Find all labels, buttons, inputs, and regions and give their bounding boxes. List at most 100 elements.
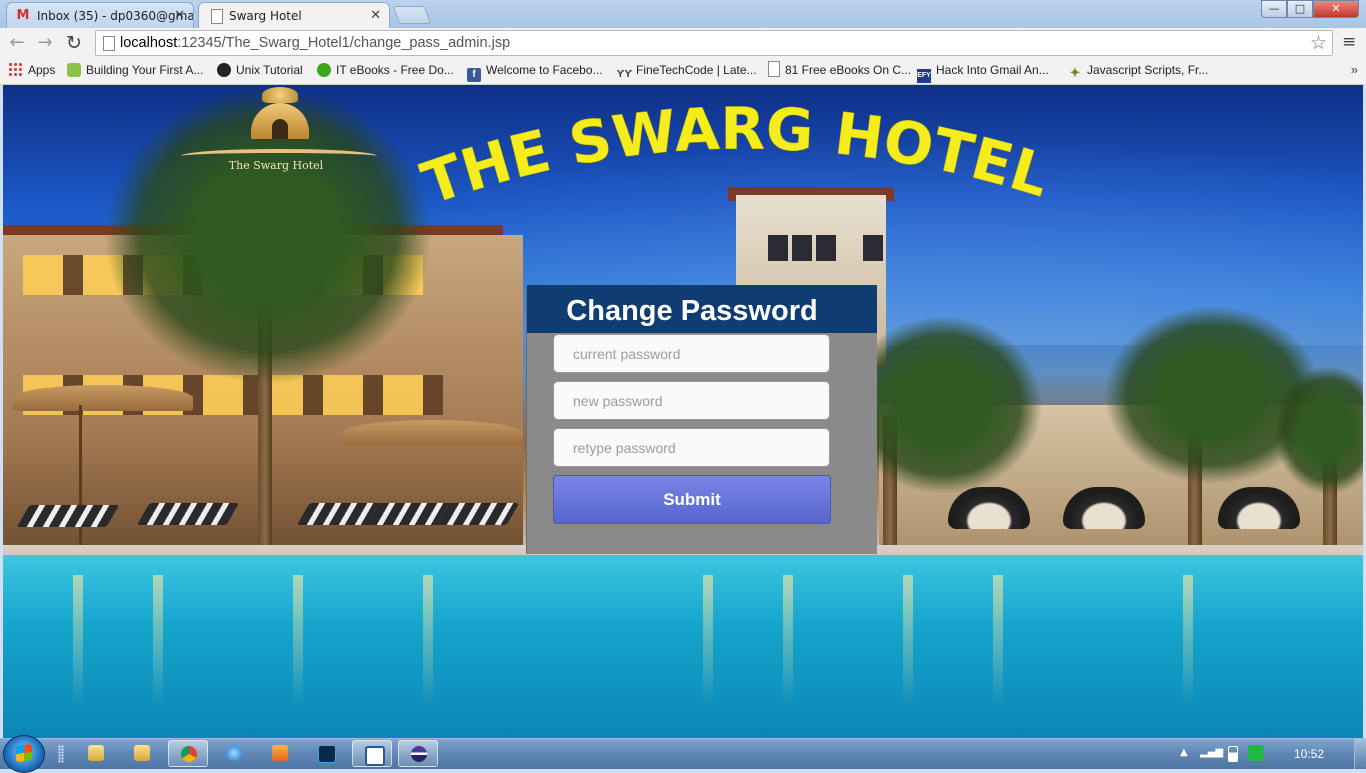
reload-icon[interactable]: ↻	[63, 32, 85, 54]
minimize-button[interactable]: —	[1261, 0, 1287, 18]
close-tab-icon[interactable]: ✕	[174, 3, 185, 28]
background-lounger	[136, 503, 240, 525]
background-tower-window	[768, 235, 788, 261]
browser-toolbar: ← → ↻ localhost:12345/The_Swarg_Hotel1/c…	[0, 28, 1366, 58]
windows-logo-icon	[16, 743, 32, 763]
new-tab-button[interactable]	[392, 6, 432, 24]
taskbar-folders[interactable]	[122, 740, 162, 767]
background-reflection	[1183, 575, 1193, 705]
taskbar-clock[interactable]: 10:52	[1294, 739, 1324, 769]
bookmark-81-free-ebooks[interactable]: 81 Free eBooks On C...	[768, 58, 911, 82]
background-umbrella	[13, 385, 193, 411]
bookmarks-bar: Apps Building Your First A... Unix Tutor…	[0, 58, 1366, 85]
bookmark-facebook[interactable]: f Welcome to Facebo...	[467, 58, 603, 82]
page-icon	[103, 36, 115, 51]
page-viewport: The Swarg Hotel THE SWARG HOTEL Change P…	[3, 85, 1363, 738]
taskbar-photoshop[interactable]	[306, 740, 346, 767]
background-reflection	[783, 575, 793, 705]
chrome-icon	[181, 746, 197, 762]
green-ball-icon	[317, 63, 331, 77]
tab-gmail-inbox[interactable]: M Inbox (35) - dp0360@gma ✕	[6, 2, 194, 28]
bookmark-label: FineTechCode | Late...	[636, 63, 757, 77]
bookmark-label: Unix Tutorial	[236, 63, 303, 77]
bookmark-finetechcode[interactable]: ƳƳ FineTechCode | Late...	[617, 58, 757, 82]
taskbar-eclipse[interactable]	[398, 740, 438, 767]
windows-taskbar: ▲ ▂▄▆ 10:52	[0, 735, 1366, 773]
new-password-input[interactable]	[553, 381, 830, 420]
background-lounger	[16, 505, 120, 527]
background-reflection	[993, 575, 1003, 705]
forward-arrow-icon[interactable]: →	[34, 32, 56, 54]
bookmark-building-first-app[interactable]: Building Your First A...	[67, 58, 203, 82]
page-icon	[768, 61, 780, 77]
taskbar-media-player[interactable]	[260, 740, 300, 767]
tab-title: Inbox (35) - dp0360@gma	[37, 9, 194, 23]
android-icon	[67, 63, 81, 77]
background-lounger	[436, 503, 520, 525]
background-reflection	[73, 575, 83, 705]
retype-password-input[interactable]	[553, 428, 830, 467]
eclipse-icon	[411, 746, 427, 762]
background-pool	[3, 555, 1363, 738]
bookmark-unix-tutorial[interactable]: Unix Tutorial	[217, 58, 303, 82]
js-icon: ✦	[1069, 65, 1081, 80]
url-host: localhost	[120, 35, 178, 51]
submit-button[interactable]: Submit	[553, 475, 831, 524]
bookmark-label: Hack Into Gmail An...	[936, 63, 1049, 77]
logo-arch-icon	[272, 119, 288, 139]
back-arrow-icon[interactable]: ←	[6, 32, 28, 54]
taskbar-chrome[interactable]	[168, 740, 208, 767]
close-window-button[interactable]: ✕	[1313, 0, 1359, 18]
gmail-icon: M	[16, 8, 30, 23]
bookmark-label: IT eBooks - Free Do...	[336, 63, 454, 77]
signal-bars-icon[interactable]: ▂▄▆	[1200, 747, 1223, 758]
hotel-logo: The Swarg Hotel	[181, 85, 381, 180]
url-path: :12345/The_Swarg_Hotel1/change_pass_admi…	[177, 35, 511, 51]
system-tray: ▲ ▂▄▆	[1170, 739, 1366, 769]
form-header: Change Password	[527, 285, 877, 333]
browser-tab-strip: M Inbox (35) - dp0360@gma ✕ Swarg Hotel …	[0, 0, 1366, 28]
background-tower-window	[816, 235, 836, 261]
bookmark-label: Building Your First A...	[86, 63, 204, 77]
folders-icon	[134, 745, 150, 761]
address-bar[interactable]: localhost:12345/The_Swarg_Hotel1/change_…	[95, 30, 1333, 56]
bookmark-star-icon[interactable]: ☆	[1310, 31, 1327, 55]
facebook-icon: f	[467, 68, 481, 82]
form-title: Change Password	[566, 295, 818, 327]
change-password-form: Change Password Submit	[526, 285, 877, 554]
bookmark-javascript-scripts[interactable]: ✦ Javascript Scripts, Fr...	[1068, 58, 1209, 82]
background-reflection	[293, 575, 303, 705]
bookmark-hack-gmail[interactable]: EFY Hack Into Gmail An...	[917, 58, 1049, 83]
background-umbrella	[343, 420, 523, 446]
chrome-menu-icon[interactable]: ≡	[1342, 32, 1356, 52]
battery-icon[interactable]	[1228, 746, 1238, 762]
start-button[interactable]	[3, 735, 45, 773]
maximize-button[interactable]: □	[1287, 0, 1313, 18]
show-desktop-button[interactable]	[1354, 739, 1366, 769]
show-hidden-icons-icon[interactable]: ▲	[1180, 747, 1188, 758]
bookmark-label: Javascript Scripts, Fr...	[1087, 63, 1209, 77]
taskbar-ie[interactable]	[214, 740, 254, 767]
unix-icon	[217, 63, 231, 77]
bookmark-label: 81 Free eBooks On C...	[785, 63, 912, 77]
background-tower-window	[792, 235, 812, 261]
bookmark-it-ebooks[interactable]: IT eBooks - Free Do...	[317, 58, 454, 82]
more-bookmarks-icon[interactable]: »	[1351, 58, 1358, 82]
bookmark-apps[interactable]: Apps	[8, 58, 55, 82]
bookmark-label: Welcome to Facebo...	[486, 63, 603, 77]
logo-text: The Swarg Hotel	[228, 159, 324, 172]
taskbar-explorer[interactable]	[76, 740, 116, 767]
explorer-icon	[88, 745, 104, 761]
logo-crown-icon	[262, 87, 298, 103]
taskbar-grip	[58, 745, 64, 763]
close-tab-icon[interactable]: ✕	[370, 3, 381, 28]
hotel-title-path: THE SWARG HOTEL	[413, 94, 1057, 218]
tab-swarg-hotel[interactable]: Swarg Hotel ✕	[198, 2, 390, 28]
background-reflection	[703, 575, 713, 705]
taskbar-word[interactable]	[352, 740, 392, 767]
green-app-icon[interactable]	[1248, 745, 1264, 761]
current-password-input[interactable]	[553, 334, 830, 373]
page-icon	[211, 9, 223, 24]
ie-icon	[226, 745, 242, 761]
hotel-title-text: THE SWARG HOTEL	[413, 95, 1057, 218]
